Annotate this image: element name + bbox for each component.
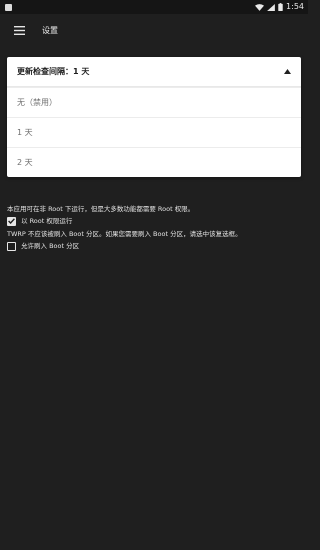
update-interval-dropdown[interactable]: 更新检查间隔：1 天 无（禁用） 1 天 2 天	[7, 57, 301, 177]
status-time: 1:54	[286, 2, 304, 11]
status-left	[5, 3, 12, 11]
hamburger-menu-icon[interactable]	[12, 23, 26, 37]
root-notice: 本应用可在非 Root 下运行，但是大多数功能都需要 Root 权限。	[7, 205, 195, 213]
run-as-root-label: 以 Root 权限运行	[21, 217, 73, 225]
root-settings: 本应用可在非 Root 下运行，但是大多数功能都需要 Root 权限。 以 Ro…	[7, 204, 301, 254]
page-title: 设置	[42, 25, 58, 35]
toolbar: 设置	[0, 14, 308, 46]
dropdown-option-2-days[interactable]: 2 天	[7, 147, 301, 177]
allow-boot-checkbox[interactable]	[7, 241, 16, 251]
wifi-icon	[255, 3, 265, 11]
run-as-root-row[interactable]: 以 Root 权限运行	[7, 216, 301, 226]
run-as-root-checkbox[interactable]	[7, 216, 16, 226]
dropdown-option-disabled[interactable]: 无（禁用）	[7, 87, 301, 117]
allow-boot-label: 允许刷入 Boot 分区	[21, 242, 80, 250]
app-icon	[5, 3, 12, 11]
signal-icon	[267, 3, 275, 11]
twrp-notice: TWRP 不应该被刷入 Boot 分区。如果您需要刷入 Boot 分区，请选中该…	[7, 230, 242, 238]
dropdown-selected-label: 更新检查间隔：1 天	[17, 67, 90, 76]
status-bar: 1:54	[0, 0, 308, 14]
dropdown-option-1-day[interactable]: 1 天	[7, 117, 301, 147]
status-right: 1:54	[255, 3, 304, 11]
triangle-up-icon[interactable]	[284, 67, 291, 76]
dropdown-header[interactable]: 更新检查间隔：1 天	[7, 57, 301, 87]
allow-boot-row[interactable]: 允许刷入 Boot 分区	[7, 241, 301, 251]
battery-icon	[278, 3, 283, 11]
